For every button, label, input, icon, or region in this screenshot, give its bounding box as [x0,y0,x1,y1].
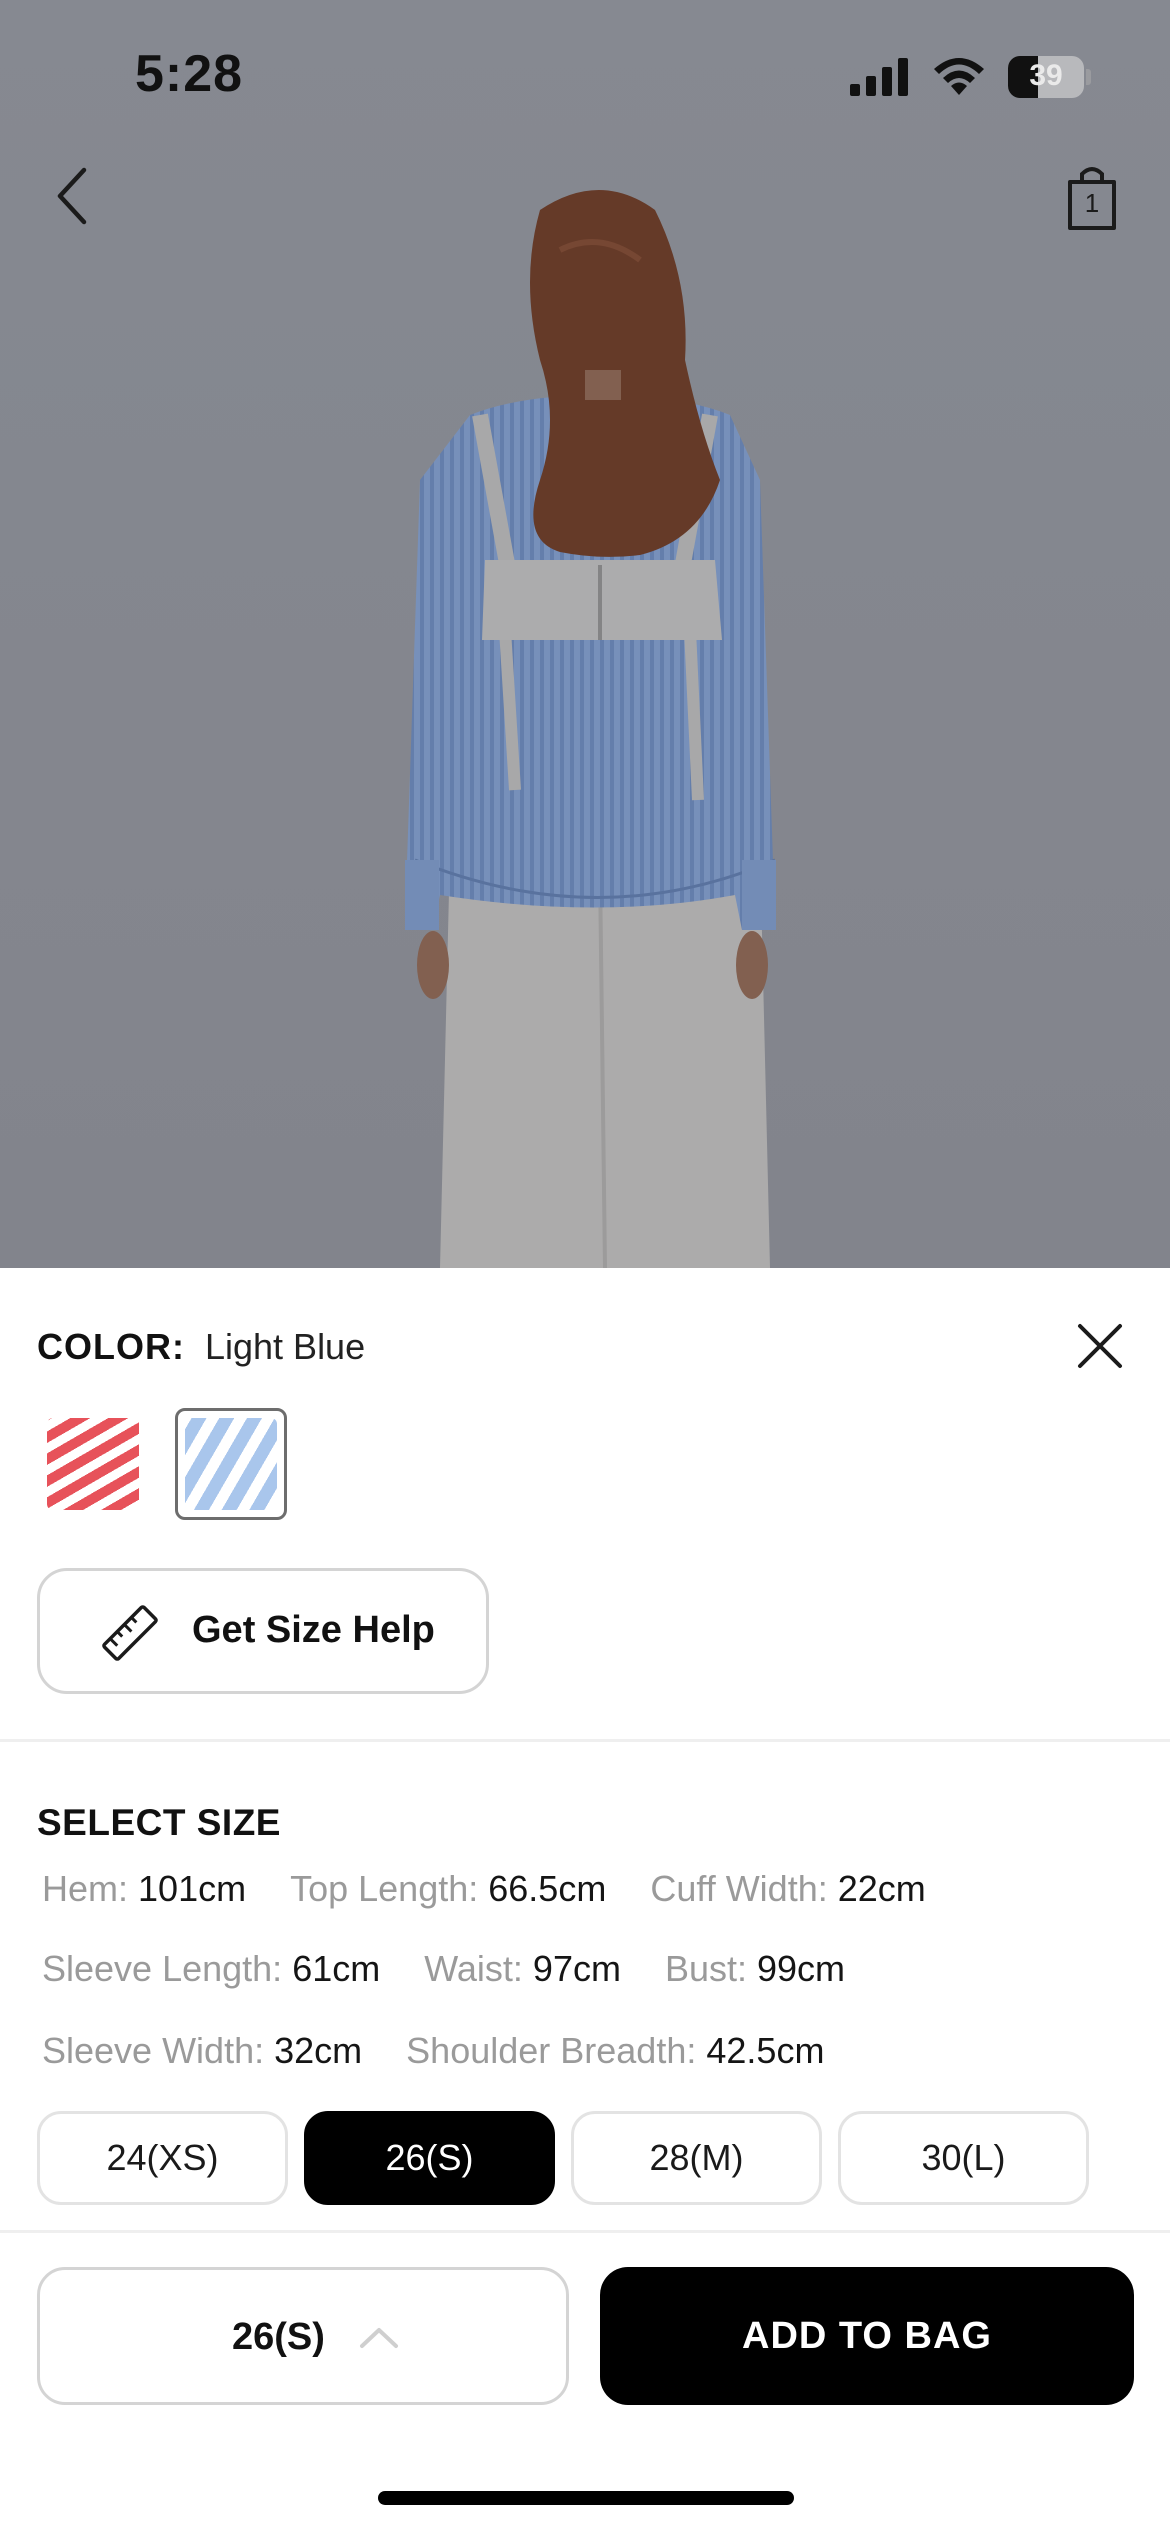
color-value: Light Blue [204,1326,366,1367]
size-option-28m[interactable]: 28(M) [571,2111,822,2205]
wifi-icon [934,58,984,95]
swatch-red-stripe[interactable] [37,1408,149,1520]
measurement-waist: Waist: 97cm [424,1948,621,1989]
size-option-26s[interactable]: 26(S) [304,2111,555,2205]
product-options-sheet: COLOR: Light Blue Get Size Help SELECT S… [0,1268,1170,2532]
selected-size-value: 26(S) [232,2316,325,2358]
measurement-bust: Bust: 99cm [664,1948,846,1989]
get-size-help-button[interactable]: Get Size Help [37,1568,489,1694]
add-to-bag-button[interactable]: ADD TO BAG [600,2267,1134,2405]
battery-level: 39 [1029,59,1063,92]
size-options: 24(XS) 26(S) 28(M) 30(L) [37,2111,1089,2205]
measurement-hem: Hem: 101cm [42,1868,247,1909]
size-option-24xs[interactable]: 24(XS) [37,2111,288,2205]
chevron-left-icon [57,167,87,225]
product-image [0,0,1170,1268]
color-label: COLOR: [37,1326,185,1367]
color-row: COLOR: Light Blue [37,1326,365,1368]
shopping-bag-button[interactable]: 1 [1054,160,1130,236]
close-button[interactable] [1072,1318,1128,1374]
swatch-red-stripe-chip [47,1418,139,1510]
back-button[interactable] [40,160,110,232]
cellular-signal-icon [850,58,908,96]
divider [0,1739,1170,1742]
image-overlay [0,0,1170,1268]
divider [0,2230,1170,2233]
measurement-cuff-width: Cuff Width: 22cm [650,1868,926,1909]
selected-size-dropdown[interactable]: 26(S) [37,2267,569,2405]
bag-count: 1 [1084,188,1100,218]
get-size-help-label: Get Size Help [192,1609,435,1651]
select-size-heading: SELECT SIZE [37,1802,281,1843]
measurements-row: Sleeve Width: 32cm Shoulder Breadth: 42.… [42,2030,824,2072]
ruler-icon [102,1605,158,1661]
status-bar: 5:28 39 [0,0,1170,150]
swatch-light-blue-stripe[interactable] [175,1408,287,1520]
color-swatches [37,1408,287,1520]
measurements-row: Sleeve Length: 61cm Waist: 97cm Bust: 99… [42,1948,845,1990]
measurement-top-length: Top Length: 66.5cm [290,1868,607,1909]
close-icon [1078,1324,1122,1368]
status-icons: 39 [850,56,1091,98]
add-to-bag-label: ADD TO BAG [742,2314,992,2357]
size-option-30l[interactable]: 30(L) [838,2111,1089,2205]
measurement-sleeve-width: Sleeve Width: 32cm [42,2030,363,2071]
battery-icon: 39 [1008,56,1091,98]
measurement-shoulder-breadth: Shoulder Breadth: 42.5cm [406,2030,825,2071]
status-time: 5:28 [135,45,244,103]
swatch-light-blue-stripe-chip [185,1418,277,1510]
home-indicator [378,2491,794,2505]
measurement-sleeve-length: Sleeve Length: 61cm [42,1948,381,1989]
chevron-up-icon [360,2328,398,2348]
measurements-row: Hem: 101cm Top Length: 66.5cm Cuff Width… [42,1868,926,1910]
